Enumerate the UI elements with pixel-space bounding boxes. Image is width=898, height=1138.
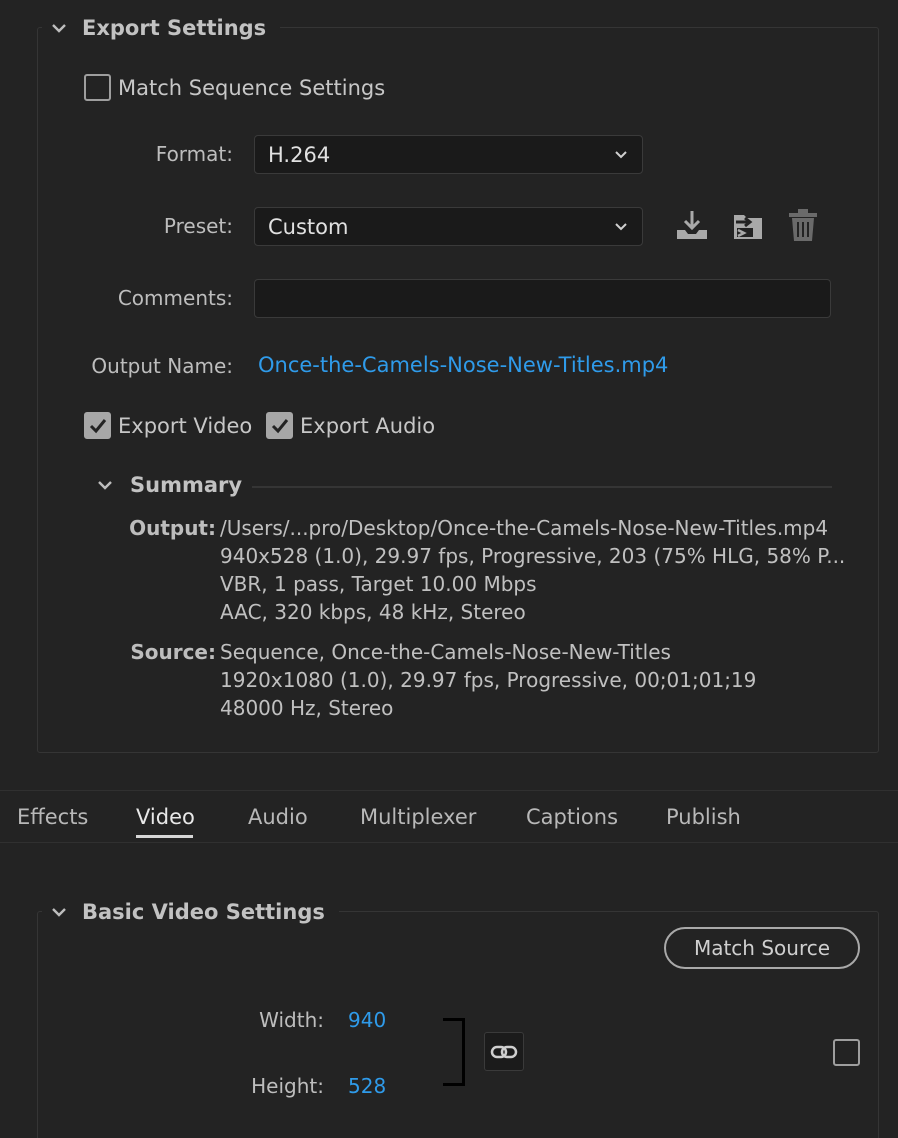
summary-source-line: Sequence, Once-the-Camels-Nose-New-Title… [220, 640, 671, 664]
output-name-label: Output Name: [91, 354, 233, 378]
checkbox-box[interactable] [266, 412, 293, 439]
checkmark-icon [89, 418, 106, 433]
summary-output-line: AAC, 320 kbps, 48 kHz, Stereo [220, 600, 526, 624]
match-source-button[interactable]: Match Source [664, 927, 860, 969]
summary-source-line: 1920x1080 (1.0), 29.97 fps, Progressive,… [220, 668, 757, 692]
comments-label: Comments: [117, 286, 233, 310]
trash-icon[interactable] [785, 207, 821, 243]
comments-input[interactable] [254, 279, 831, 318]
checkbox-box[interactable] [833, 1039, 860, 1066]
match-sequence-checkbox[interactable]: Match Sequence Settings [84, 74, 385, 101]
preset-value: Custom [268, 214, 349, 239]
height-value[interactable]: 528 [348, 1074, 386, 1098]
tab-publish[interactable]: Publish [666, 805, 741, 829]
basic-video-settings-header[interactable]: Basic Video Settings [42, 896, 339, 928]
export-video-label: Export Video [118, 413, 253, 438]
tab-multiplexer[interactable]: Multiplexer [360, 805, 476, 829]
width-label: Width: [259, 1008, 324, 1032]
export-settings-title: Export Settings [82, 16, 267, 40]
checkmark-icon [271, 418, 288, 433]
basic-video-settings-title: Basic Video Settings [82, 900, 325, 924]
summary-source-key: Source: [130, 640, 216, 664]
summary-source-line: 48000 Hz, Stereo [220, 696, 394, 720]
save-preset-icon[interactable] [674, 208, 710, 244]
chevron-down-icon [615, 222, 627, 230]
format-value: H.264 [268, 142, 331, 167]
summary-output-line: 940x528 (1.0), 29.97 fps, Progressive, 2… [220, 544, 846, 568]
export-settings-header[interactable]: Export Settings [42, 12, 281, 44]
height-label: Height: [251, 1074, 324, 1098]
link-icon [490, 1045, 518, 1058]
summary-title: Summary [130, 473, 243, 497]
settings-tabs: Effects Video Audio Multiplexer Captions… [0, 790, 898, 843]
tab-captions[interactable]: Captions [526, 805, 618, 829]
summary-divider [252, 486, 832, 488]
summary-output-line: /Users/...pro/Desktop/Once-the-Camels-No… [220, 516, 829, 540]
constrain-bracket [443, 1018, 465, 1086]
import-preset-icon[interactable] [730, 208, 766, 244]
active-tab-indicator [136, 835, 193, 838]
export-video-checkbox[interactable]: Export Video [84, 412, 252, 439]
checkbox-box[interactable] [84, 412, 111, 439]
width-value[interactable]: 940 [348, 1008, 386, 1032]
format-label: Format: [155, 142, 233, 166]
preset-dropdown[interactable]: Custom [254, 207, 643, 246]
chevron-down-icon[interactable] [94, 474, 116, 496]
tab-effects[interactable]: Effects [17, 805, 88, 829]
chevron-down-icon[interactable] [48, 17, 70, 39]
chevron-down-icon [615, 150, 627, 158]
output-name-link[interactable]: Once-the-Camels-Nose-New-Titles.mp4 [258, 353, 668, 377]
summary-output-key: Output: [129, 516, 216, 540]
tab-audio[interactable]: Audio [248, 805, 308, 829]
export-settings-panel: Export Settings Match Sequence Settings … [0, 0, 898, 1138]
constrain-proportions-button[interactable] [484, 1032, 524, 1071]
summary-header[interactable]: Summary [94, 473, 242, 497]
match-sequence-label: Match Sequence Settings [118, 75, 386, 100]
export-audio-label: Export Audio [300, 413, 436, 438]
preset-label: Preset: [163, 214, 233, 238]
checkbox-box[interactable] [84, 74, 111, 101]
summary-output-line: VBR, 1 pass, Target 10.00 Mbps [220, 572, 537, 596]
chevron-down-icon[interactable] [48, 901, 70, 923]
export-audio-checkbox[interactable]: Export Audio [266, 412, 435, 439]
format-dropdown[interactable]: H.264 [254, 135, 643, 174]
tab-video[interactable]: Video [136, 805, 195, 829]
